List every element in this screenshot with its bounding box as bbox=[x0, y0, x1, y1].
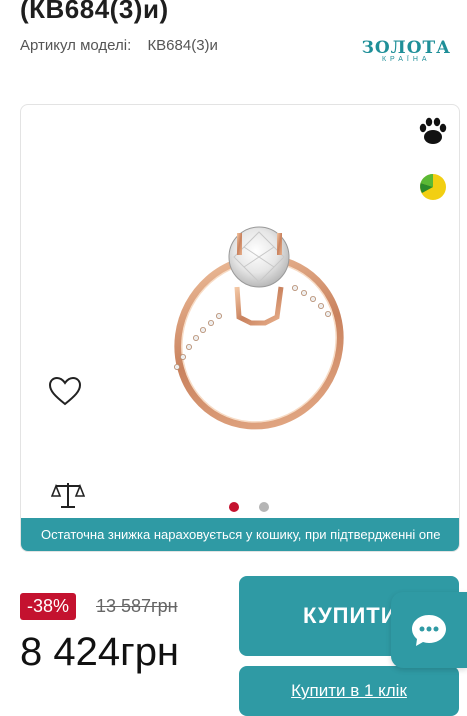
one-click-buy-button[interactable]: Купити в 1 клік bbox=[239, 666, 459, 716]
discount-notice: Остаточна знижка нараховується у кошику,… bbox=[21, 518, 459, 551]
gallery-pagination bbox=[229, 502, 269, 512]
discount-badge: -38% bbox=[20, 593, 77, 620]
paw-icon[interactable] bbox=[417, 115, 449, 147]
gallery-dot-1[interactable] bbox=[229, 502, 239, 512]
sku-label: Артикул моделі: bbox=[20, 37, 132, 54]
product-image bbox=[173, 226, 344, 430]
old-price: 13 587грн bbox=[96, 596, 178, 616]
chat-button[interactable] bbox=[391, 592, 467, 668]
gallery-dot-2[interactable] bbox=[259, 502, 269, 512]
scale-icon[interactable] bbox=[51, 480, 85, 510]
product-gallery[interactable]: Остаточна знижка нараховується у кошику,… bbox=[20, 104, 460, 552]
sku-value: КВ684(3)и bbox=[147, 37, 218, 54]
brand-logo[interactable]: ЗОЛОТА КРАЇНА bbox=[362, 38, 451, 63]
brand-logo-line1: ЗОЛОТА bbox=[361, 38, 451, 58]
sku-line: Артикул моделі: КВ684(3)и bbox=[20, 37, 218, 54]
heart-icon[interactable] bbox=[47, 375, 83, 407]
pie-chart-icon[interactable] bbox=[417, 171, 449, 203]
chat-icon bbox=[412, 615, 446, 646]
product-title: (КВ684(3)и) bbox=[20, 0, 169, 24]
current-price: 8 424грн bbox=[20, 630, 180, 674]
